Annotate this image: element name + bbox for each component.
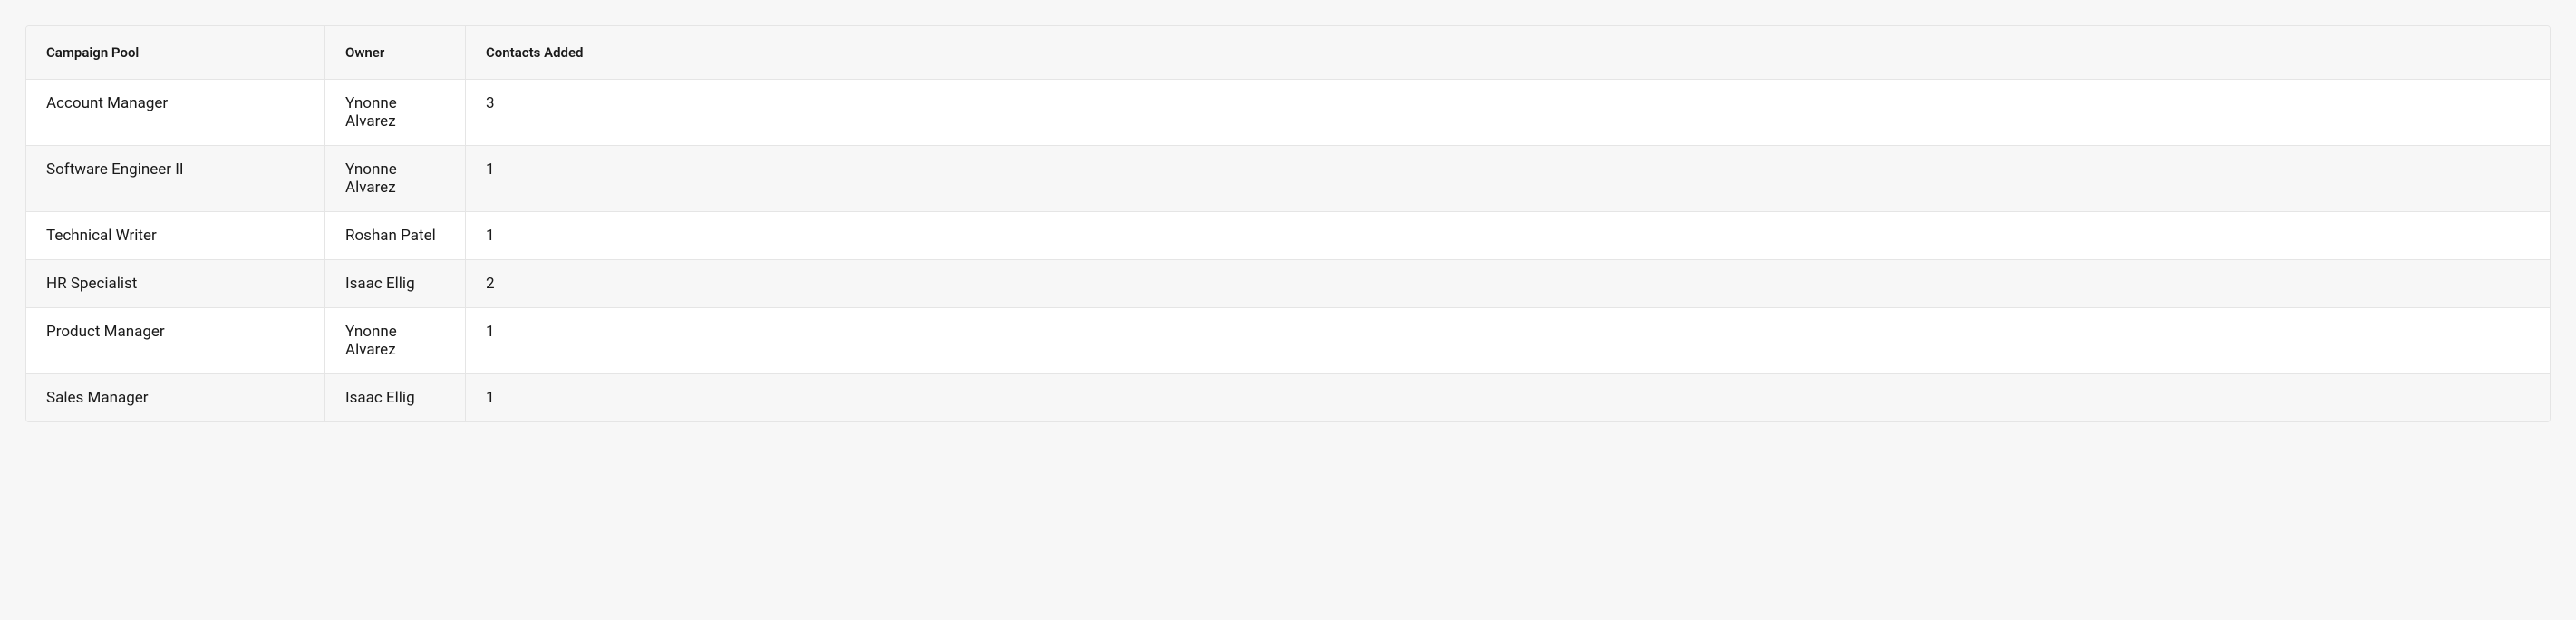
cell-pool: HR Specialist (26, 260, 325, 307)
cell-owner: Isaac Ellig (325, 374, 466, 421)
col-header-owner[interactable]: Owner (325, 26, 466, 79)
campaign-pool-table: Campaign Pool Owner Contacts Added Accou… (25, 25, 2551, 422)
table-row[interactable]: Sales Manager Isaac Ellig 1 (26, 374, 2550, 421)
cell-owner: Roshan Patel (325, 212, 466, 259)
table-row[interactable]: Account Manager Ynonne Alvarez 3 (26, 80, 2550, 146)
cell-pool: Sales Manager (26, 374, 325, 421)
cell-owner: Isaac Ellig (325, 260, 466, 307)
cell-owner: Ynonne Alvarez (325, 146, 466, 211)
table-row[interactable]: Software Engineer II Ynonne Alvarez 1 (26, 146, 2550, 212)
col-header-pool[interactable]: Campaign Pool (26, 26, 325, 79)
cell-contacts: 1 (466, 308, 2550, 373)
cell-contacts: 1 (466, 374, 2550, 421)
table-row[interactable]: HR Specialist Isaac Ellig 2 (26, 260, 2550, 308)
cell-owner: Ynonne Alvarez (325, 80, 466, 145)
cell-owner: Ynonne Alvarez (325, 308, 466, 373)
cell-contacts: 3 (466, 80, 2550, 145)
cell-pool: Software Engineer II (26, 146, 325, 211)
col-header-contacts[interactable]: Contacts Added (466, 26, 2550, 79)
cell-contacts: 2 (466, 260, 2550, 307)
cell-pool: Technical Writer (26, 212, 325, 259)
table-row[interactable]: Technical Writer Roshan Patel 1 (26, 212, 2550, 260)
table-header-row: Campaign Pool Owner Contacts Added (26, 26, 2550, 80)
cell-contacts: 1 (466, 212, 2550, 259)
table-row[interactable]: Product Manager Ynonne Alvarez 1 (26, 308, 2550, 374)
table-body: Account Manager Ynonne Alvarez 3 Softwar… (26, 80, 2550, 421)
cell-contacts: 1 (466, 146, 2550, 211)
cell-pool: Account Manager (26, 80, 325, 145)
cell-pool: Product Manager (26, 308, 325, 373)
